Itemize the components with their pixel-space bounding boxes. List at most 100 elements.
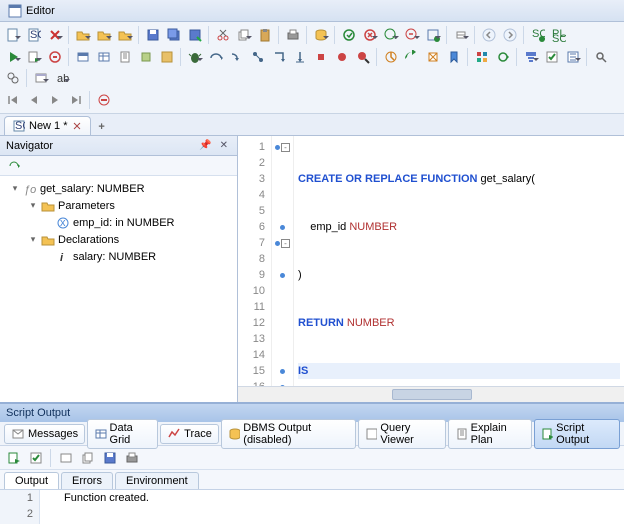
subtab-env[interactable]: Environment	[115, 472, 199, 489]
commit-button[interactable]	[339, 25, 359, 45]
session-end-button[interactable]	[402, 25, 422, 45]
nav-fwd-button[interactable]	[500, 25, 520, 45]
options-button[interactable]	[451, 25, 471, 45]
execute-script-button[interactable]	[24, 47, 44, 67]
open-project-button[interactable]	[115, 25, 135, 45]
print-button[interactable]	[283, 25, 303, 45]
save-all-button[interactable]	[164, 25, 184, 45]
so-print-button[interactable]	[122, 448, 142, 468]
output-grid[interactable]: 12 Function created.	[0, 490, 624, 524]
add-tab-button[interactable]: +	[93, 119, 111, 135]
qv-icon	[365, 427, 377, 441]
sql-recall-button[interactable]: SQL	[528, 25, 548, 45]
tree-param-empid[interactable]: x emp_id: in NUMBER	[0, 214, 237, 231]
doc-tab-new1[interactable]: SQL New 1 *	[4, 116, 91, 135]
so-save-button[interactable]	[100, 448, 120, 468]
debug-step-button[interactable]	[248, 47, 268, 67]
tree-decls[interactable]: ▾ Declarations	[0, 231, 237, 248]
filter-button[interactable]	[521, 47, 541, 67]
tuning-button[interactable]	[381, 47, 401, 67]
breakpoint-clear-button[interactable]	[353, 47, 373, 67]
find-next-button[interactable]	[3, 68, 23, 88]
close-icon[interactable]: ✕	[217, 140, 231, 151]
paste-button[interactable]	[255, 25, 275, 45]
compile-button[interactable]	[472, 47, 492, 67]
refresh-button[interactable]	[493, 47, 513, 67]
svg-text:SQL: SQL	[15, 120, 25, 132]
fold-gutter[interactable]: - -	[272, 136, 294, 386]
find-button[interactable]	[591, 47, 611, 67]
nav-last-button[interactable]	[66, 90, 86, 110]
save-button[interactable]	[143, 25, 163, 45]
tab-explain[interactable]: Explain Plan	[448, 419, 532, 449]
editor-icon	[8, 4, 22, 18]
editor-hscroll[interactable]	[238, 386, 624, 402]
so-check-button[interactable]	[26, 448, 46, 468]
subtab-errors[interactable]: Errors	[61, 472, 113, 489]
addin-button[interactable]	[423, 47, 443, 67]
schema-button[interactable]	[311, 25, 331, 45]
navigator-tree[interactable]: ▾ ƒo get_salary: NUMBER ▾ Parameters x e…	[0, 176, 237, 402]
debug-step-over-button[interactable]	[206, 47, 226, 67]
script-output-tabs: Messages Data Grid Trace DBMS Output (di…	[0, 422, 624, 446]
nav-refresh-button[interactable]	[4, 156, 24, 176]
svg-text:ƒo: ƒo	[24, 184, 36, 196]
explain-plan-button[interactable]	[115, 47, 135, 67]
save-as-button[interactable]	[185, 25, 205, 45]
so-run-button[interactable]	[4, 448, 24, 468]
tab-messages[interactable]: Messages	[4, 424, 85, 444]
subtab-output[interactable]: Output	[4, 472, 59, 489]
cut-button[interactable]	[213, 25, 233, 45]
delete-button[interactable]	[45, 25, 65, 45]
tree-decl-salary[interactable]: i salary: NUMBER	[0, 248, 237, 265]
font-button[interactable]: ab	[52, 68, 72, 88]
debug-to-button[interactable]	[290, 47, 310, 67]
so-clear-button[interactable]	[56, 448, 76, 468]
trace-icon	[167, 427, 181, 441]
open-button[interactable]	[73, 25, 93, 45]
format2-button[interactable]	[157, 47, 177, 67]
tab-queryviewer[interactable]: Query Viewer	[358, 419, 446, 449]
format-button[interactable]	[136, 47, 156, 67]
copy-button[interactable]	[234, 25, 254, 45]
pin-icon[interactable]: 📌	[196, 140, 214, 151]
nav-back-button[interactable]	[479, 25, 499, 45]
plsql-recall-button[interactable]: PLSQL	[549, 25, 569, 45]
tree-params[interactable]: ▾ Parameters	[0, 197, 237, 214]
sql-new-button[interactable]: SQL	[24, 25, 44, 45]
tab-datagrid[interactable]: Data Grid	[87, 419, 158, 449]
tree-root[interactable]: ▾ ƒo get_salary: NUMBER	[0, 180, 237, 197]
nav-prev-button[interactable]	[24, 90, 44, 110]
session-add-button[interactable]: +	[381, 25, 401, 45]
describe-button[interactable]	[94, 47, 114, 67]
dbms-icon	[228, 427, 240, 441]
tab-dbms[interactable]: DBMS Output (disabled)	[221, 419, 356, 449]
bookmark-button[interactable]	[444, 47, 464, 67]
code-editor[interactable]: 12345678 910111213141516 - - CREATE OR R…	[238, 136, 624, 386]
session-switch-button[interactable]	[423, 25, 443, 45]
debug-halt-button[interactable]	[311, 47, 331, 67]
debug-button[interactable]	[185, 47, 205, 67]
debug-run-button[interactable]	[269, 47, 289, 67]
row-stop-button[interactable]	[94, 90, 114, 110]
view-button[interactable]	[31, 68, 51, 88]
recall-button[interactable]	[402, 47, 422, 67]
breakpoint-button[interactable]	[332, 47, 352, 67]
rollback-button[interactable]	[360, 25, 380, 45]
tab-scriptoutput[interactable]: Script Output	[534, 419, 620, 449]
nav-next-button[interactable]	[45, 90, 65, 110]
debug-step-in-button[interactable]	[227, 47, 247, 67]
close-tab-icon[interactable]	[72, 121, 82, 131]
so-copy-button[interactable]	[78, 448, 98, 468]
nav-first-button[interactable]	[3, 90, 23, 110]
tab-trace[interactable]: Trace	[160, 424, 219, 444]
check-button[interactable]	[542, 47, 562, 67]
code-body[interactable]: CREATE OR REPLACE FUNCTION get_salary( e…	[294, 136, 624, 386]
new-button[interactable]	[3, 25, 23, 45]
sort-button[interactable]	[563, 47, 583, 67]
stop-button[interactable]	[45, 47, 65, 67]
sql-tab-icon: SQL	[13, 120, 25, 132]
table-button[interactable]	[73, 47, 93, 67]
execute-button[interactable]	[3, 47, 23, 67]
open-recent-button[interactable]	[94, 25, 114, 45]
